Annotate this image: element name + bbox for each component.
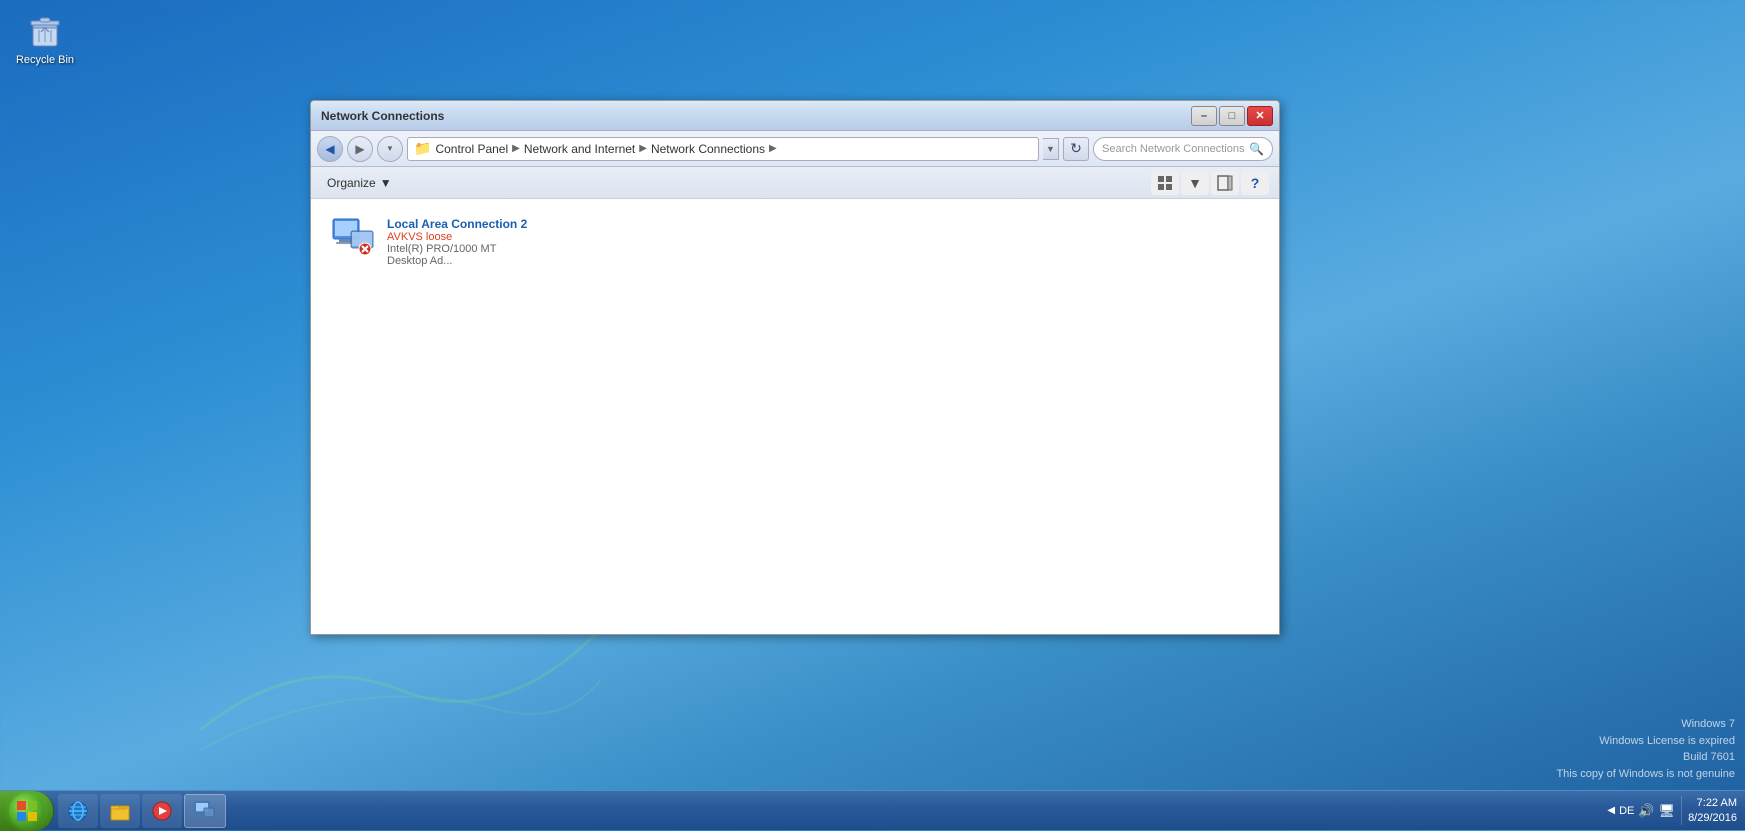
breadcrumb-control-panel[interactable]: Control Panel	[435, 142, 508, 156]
recycle-bin-label: Recycle Bin	[16, 54, 74, 67]
language-indicator[interactable]: DE	[1619, 805, 1634, 817]
watermark-line4: This copy of Windows is not genuine	[1556, 766, 1735, 783]
system-tray: ◀ DE 🔊 🖥	[1607, 803, 1675, 819]
preview-icon	[1217, 175, 1233, 191]
volume-icon[interactable]: 🔊	[1638, 803, 1654, 819]
breadcrumb-arrow-1: ▶	[512, 143, 520, 154]
window-title: Network Connections	[321, 109, 444, 123]
explorer-icon	[108, 799, 132, 823]
window-controls: – □ ✕	[1191, 106, 1273, 126]
start-button[interactable]	[0, 791, 54, 831]
clock-date: 8/29/2016	[1688, 811, 1737, 825]
close-button[interactable]: ✕	[1247, 106, 1273, 126]
view-dropdown-button[interactable]: ▼	[1181, 171, 1209, 195]
taskbar: ◀ DE 🔊 🖥 7:22 AM 8/29/2016	[0, 790, 1745, 830]
toolbar-right-buttons: ▼ ?	[1151, 171, 1269, 195]
watermark-line2: Windows License is expired	[1556, 733, 1735, 750]
address-bar[interactable]: 📁 Control Panel ▶ Network and Internet ▶…	[407, 137, 1039, 161]
network-icon[interactable]: 🖥	[1659, 803, 1676, 819]
ie-icon	[66, 799, 90, 823]
watermark-line3: Build 7601	[1556, 749, 1735, 766]
connection-name: Local Area Connection 2	[387, 217, 533, 231]
recycle-bin-svg	[25, 10, 65, 50]
title-bar: Network Connections – □ ✕	[311, 101, 1279, 131]
taskbar-network-icon	[193, 799, 217, 823]
view-icon	[1157, 175, 1173, 191]
organize-arrow-icon: ▼	[380, 176, 392, 190]
explorer-window: Network Connections – □ ✕ ◀ ▶ ▼ 📁 Contro…	[310, 100, 1280, 635]
system-clock[interactable]: 7:22 AM 8/29/2016	[1681, 796, 1737, 825]
maximize-button[interactable]: □	[1219, 106, 1245, 126]
address-bar-area: ◀ ▶ ▼ 📁 Control Panel ▶ Network and Inte…	[311, 131, 1279, 167]
taskbar-ie-button[interactable]	[58, 794, 98, 828]
taskbar-items	[54, 791, 1599, 830]
organize-button[interactable]: Organize ▼	[321, 174, 398, 192]
search-icon: 🔍	[1249, 142, 1264, 156]
start-orb	[9, 793, 45, 829]
folder-icon: 📁	[414, 140, 431, 157]
breadcrumb-network-internet[interactable]: Network and Internet	[524, 142, 635, 156]
media-icon	[150, 799, 174, 823]
network-connection-item[interactable]: Local Area Connection 2 AVKVS loose Inte…	[321, 209, 541, 275]
help-button[interactable]: ?	[1241, 171, 1269, 195]
search-bar[interactable]: Search Network Connections 🔍	[1093, 137, 1273, 161]
preview-pane-button[interactable]	[1211, 171, 1239, 195]
search-input[interactable]: Search Network Connections	[1102, 143, 1244, 155]
taskbar-network-button[interactable]	[184, 794, 226, 828]
view-options-button[interactable]	[1151, 171, 1179, 195]
watermark-line1: Windows 7	[1556, 716, 1735, 733]
connection-adapter: Intel(R) PRO/1000 MT Desktop Ad...	[387, 243, 533, 267]
history-dropdown-button[interactable]: ▼	[377, 136, 403, 162]
connection-icon-area	[329, 217, 377, 261]
address-bar-dropdown[interactable]: ▼	[1043, 138, 1059, 160]
forward-button[interactable]: ▶	[347, 136, 373, 162]
back-button[interactable]: ◀	[317, 136, 343, 162]
connection-status: AVKVS loose	[387, 231, 533, 243]
local-area-connection-icon	[329, 217, 377, 261]
content-area: Local Area Connection 2 AVKVS loose Inte…	[311, 199, 1279, 634]
connection-text: Local Area Connection 2 AVKVS loose Inte…	[387, 217, 533, 267]
toolbar-area: Organize ▼ ▼ ?	[311, 167, 1279, 199]
refresh-button[interactable]: ↻	[1063, 137, 1089, 161]
breadcrumb-arrow-3: ▶	[769, 143, 777, 154]
windows-watermark: Windows 7 Windows License is expired Bui…	[1556, 716, 1735, 782]
tray-arrow[interactable]: ◀	[1607, 805, 1615, 816]
organize-label: Organize	[327, 176, 376, 190]
minimize-button[interactable]: –	[1191, 106, 1217, 126]
taskbar-media-button[interactable]	[142, 794, 182, 828]
taskbar-explorer-button[interactable]	[100, 794, 140, 828]
breadcrumb-arrow-2: ▶	[639, 143, 647, 154]
windows-logo	[16, 800, 38, 822]
clock-time: 7:22 AM	[1688, 796, 1737, 810]
taskbar-right: ◀ DE 🔊 🖥 7:22 AM 8/29/2016	[1599, 791, 1745, 830]
breadcrumb-network-connections[interactable]: Network Connections	[651, 142, 765, 156]
recycle-bin-icon[interactable]: Recycle Bin	[10, 10, 80, 67]
